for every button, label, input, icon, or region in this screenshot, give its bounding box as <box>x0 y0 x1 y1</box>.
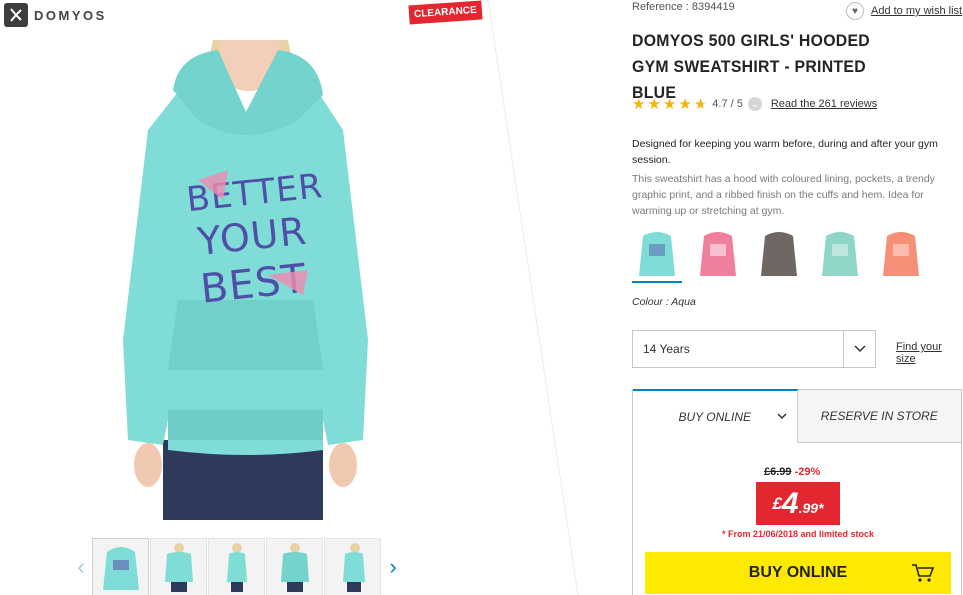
thumbnail-next-arrow-icon[interactable]: › <box>382 538 404 595</box>
thumbnail-1[interactable] <box>92 538 149 595</box>
wishlist-label: Add to my wish list <box>871 5 963 17</box>
rating-stars: ★ ★ ★ ★ ★ <box>632 95 707 113</box>
swatch-mint[interactable] <box>815 228 865 282</box>
star-icon: ★ <box>647 96 661 113</box>
star-icon: ★ <box>662 96 677 113</box>
star-icon: ★ <box>632 96 646 113</box>
selected-color-label: Colour : Aqua <box>632 296 696 308</box>
star-half-icon: ★ <box>693 96 708 113</box>
thumbnail-3[interactable] <box>208 538 265 595</box>
chevron-down-icon <box>776 411 787 423</box>
current-price: £ 4 .99* <box>756 482 840 525</box>
old-price-value: £6.99 <box>764 466 792 478</box>
purchase-box: BUY ONLINE RESERVE IN STORE £6.99 -29% £… <box>632 389 962 595</box>
promo-note: * From 21/06/2018 and limited stock <box>721 529 875 539</box>
brand-logo-text: DOMYOS <box>34 7 107 23</box>
thumbnail-prev-arrow-icon[interactable]: ‹ <box>70 538 92 595</box>
description-lead: Designed for keeping you warm before, du… <box>632 138 938 166</box>
tab-reserve-in-store[interactable]: RESERVE IN STORE <box>797 389 961 443</box>
brand-logo[interactable]: DOMYOS <box>4 3 107 27</box>
tab-buy-online[interactable]: BUY ONLINE <box>633 389 798 443</box>
thumbnail-5[interactable] <box>324 538 381 595</box>
cart-icon <box>912 564 935 582</box>
price-currency: £ <box>772 493 782 513</box>
heart-icon: ♥ <box>846 2 864 20</box>
swatch-grey[interactable] <box>754 228 804 282</box>
price-integer: 4 <box>781 486 799 520</box>
swatch-coral[interactable] <box>876 228 926 282</box>
wishlist-link[interactable]: ♥ Add to my wish list <box>846 2 962 20</box>
tab-buy-online-label: BUY ONLINE <box>678 410 751 424</box>
product-main-image[interactable]: BETTER YOUR BEST <box>118 40 376 520</box>
old-price: £6.99 -29% <box>764 466 820 478</box>
chevron-down-icon[interactable] <box>843 331 875 367</box>
chevron-down-icon[interactable]: ⌄ <box>747 97 762 111</box>
discount-percent: -29% <box>794 466 821 478</box>
domyos-logo-icon <box>4 3 28 27</box>
buy-online-button-label: BUY ONLINE <box>748 564 848 581</box>
size-select[interactable]: 14 Years <box>632 330 876 368</box>
tab-reserve-label: RESERVE IN STORE <box>820 409 938 423</box>
price-decimal: .99* <box>798 499 824 516</box>
product-rating: ★ ★ ★ ★ ★ 4.7 / 5 ⌄ Read the 261 reviews <box>632 95 877 113</box>
find-size-link[interactable]: Find your size <box>896 341 963 365</box>
rating-score: 4.7 / 5 <box>712 98 743 110</box>
star-icon: ★ <box>678 96 692 113</box>
purchase-tabs: BUY ONLINE RESERVE IN STORE <box>633 389 961 443</box>
swatch-pink[interactable] <box>693 228 743 282</box>
size-select-value: 14 Years <box>643 342 690 356</box>
thumbnail-strip: ‹ › <box>70 538 404 595</box>
product-reference: Reference : 8394419 <box>632 1 735 13</box>
thumbnail-4[interactable] <box>266 538 323 595</box>
color-swatches <box>632 228 926 283</box>
thumbnail-2[interactable] <box>150 538 207 595</box>
description-text: This sweatshirt has a hood with coloured… <box>632 173 935 217</box>
swatch-aqua[interactable] <box>632 228 682 283</box>
reviews-link[interactable]: Read the 261 reviews <box>771 98 877 110</box>
buy-online-button[interactable]: BUY ONLINE <box>645 552 951 594</box>
